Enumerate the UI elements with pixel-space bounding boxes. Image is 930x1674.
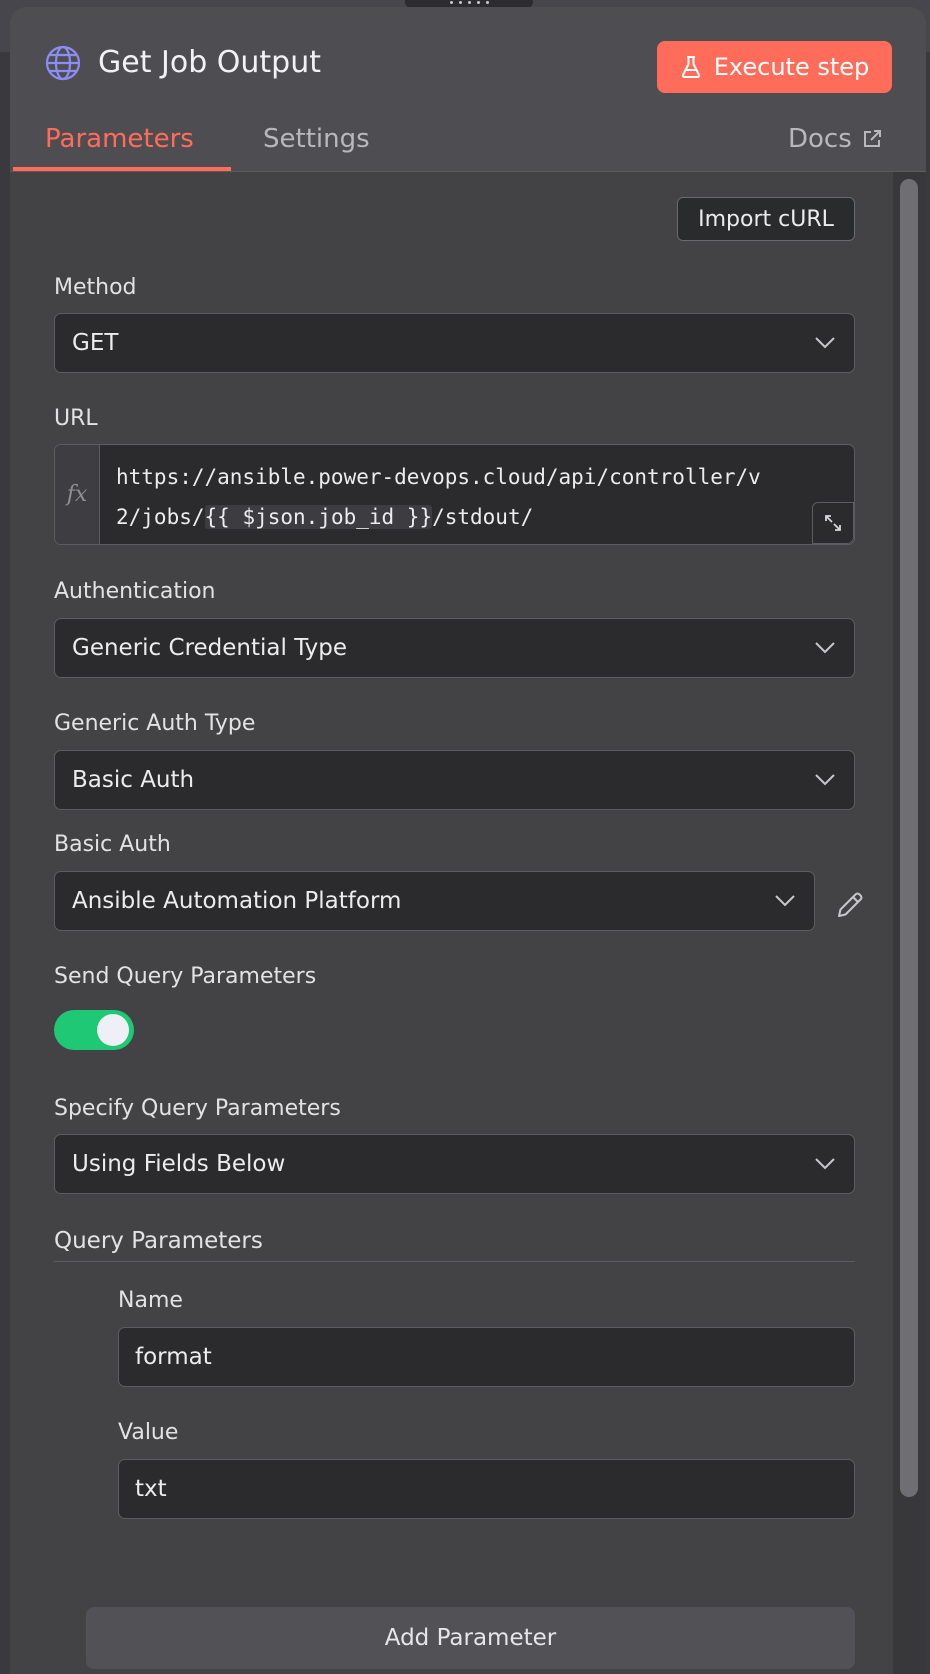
url-line-1: https://ansible.power-devops.cloud/api/c… <box>116 465 761 489</box>
url-expression: {{ $json.job_id }} <box>204 505 433 529</box>
docs-label: Docs <box>788 124 852 154</box>
basic-auth-credential-select[interactable]: Ansible Automation Platform <box>54 871 815 931</box>
query-param-name-value: format <box>135 1344 212 1370</box>
flask-icon <box>681 56 700 78</box>
scrollbar-thumb[interactable] <box>900 179 918 1497</box>
generic-auth-type-value: Basic Auth <box>72 767 195 793</box>
node-title: Get Job Output <box>98 45 321 80</box>
url-value: https://ansible.power-devops.cloud/api/c… <box>116 457 854 537</box>
add-parameter-button[interactable]: Add Parameter <box>86 1607 855 1669</box>
url-line-2: 2/jobs/{{ $json.job_id }}/stdout/ <box>116 505 534 529</box>
panel-header: Get Job Output Execute step Parameters S… <box>10 7 926 172</box>
generic-auth-type-label: Generic Auth Type <box>54 711 256 736</box>
toggle-knob <box>97 1014 129 1046</box>
execute-step-button[interactable]: Execute step <box>657 41 892 93</box>
method-select[interactable]: GET <box>54 313 855 373</box>
tab-parameters[interactable]: Parameters <box>45 124 194 154</box>
specify-query-parameters-value: Using Fields Below <box>72 1151 286 1177</box>
method-label: Method <box>54 275 137 300</box>
node-details-panel: Get Job Output Execute step Parameters S… <box>10 7 926 1674</box>
chevron-down-icon <box>815 1158 835 1170</box>
expand-editor-button[interactable] <box>812 502 854 544</box>
method-value: GET <box>72 330 119 356</box>
chevron-down-icon <box>815 337 835 349</box>
import-curl-button[interactable]: Import cURL <box>677 197 855 241</box>
query-param-value-label: Value <box>118 1420 179 1445</box>
basic-auth-value: Ansible Automation Platform <box>72 888 402 914</box>
query-param-value-value: txt <box>135 1476 167 1502</box>
docs-link[interactable]: Docs <box>788 124 882 154</box>
fx-indicator: fx <box>55 445 100 544</box>
authentication-label: Authentication <box>54 579 216 604</box>
external-link-icon <box>863 130 881 147</box>
url-field[interactable]: fx https://ansible.power-devops.cloud/ap… <box>54 444 855 545</box>
globe-icon <box>45 45 81 81</box>
pencil-icon[interactable] <box>835 890 865 920</box>
send-query-parameters-toggle[interactable] <box>54 1010 134 1050</box>
query-param-name-label: Name <box>118 1288 183 1313</box>
url-label: URL <box>54 406 98 431</box>
chevron-down-icon <box>815 642 835 654</box>
query-parameters-title: Query Parameters <box>54 1228 263 1254</box>
query-param-value-input[interactable]: txt <box>118 1459 855 1519</box>
query-parameters-divider <box>54 1261 855 1262</box>
tab-settings[interactable]: Settings <box>263 124 370 154</box>
authentication-select[interactable]: Generic Credential Type <box>54 618 855 678</box>
specify-query-parameters-select[interactable]: Using Fields Below <box>54 1134 855 1194</box>
generic-auth-type-select[interactable]: Basic Auth <box>54 750 855 810</box>
expand-icon <box>825 515 841 531</box>
basic-auth-label: Basic Auth <box>54 832 171 857</box>
chevron-down-icon <box>775 895 795 907</box>
query-param-name-input[interactable]: format <box>118 1327 855 1387</box>
send-query-parameters-label: Send Query Parameters <box>54 964 317 989</box>
specify-query-parameters-label: Specify Query Parameters <box>54 1096 341 1121</box>
execute-step-label: Execute step <box>713 53 870 81</box>
authentication-value: Generic Credential Type <box>72 635 348 661</box>
chevron-down-icon <box>815 774 835 786</box>
